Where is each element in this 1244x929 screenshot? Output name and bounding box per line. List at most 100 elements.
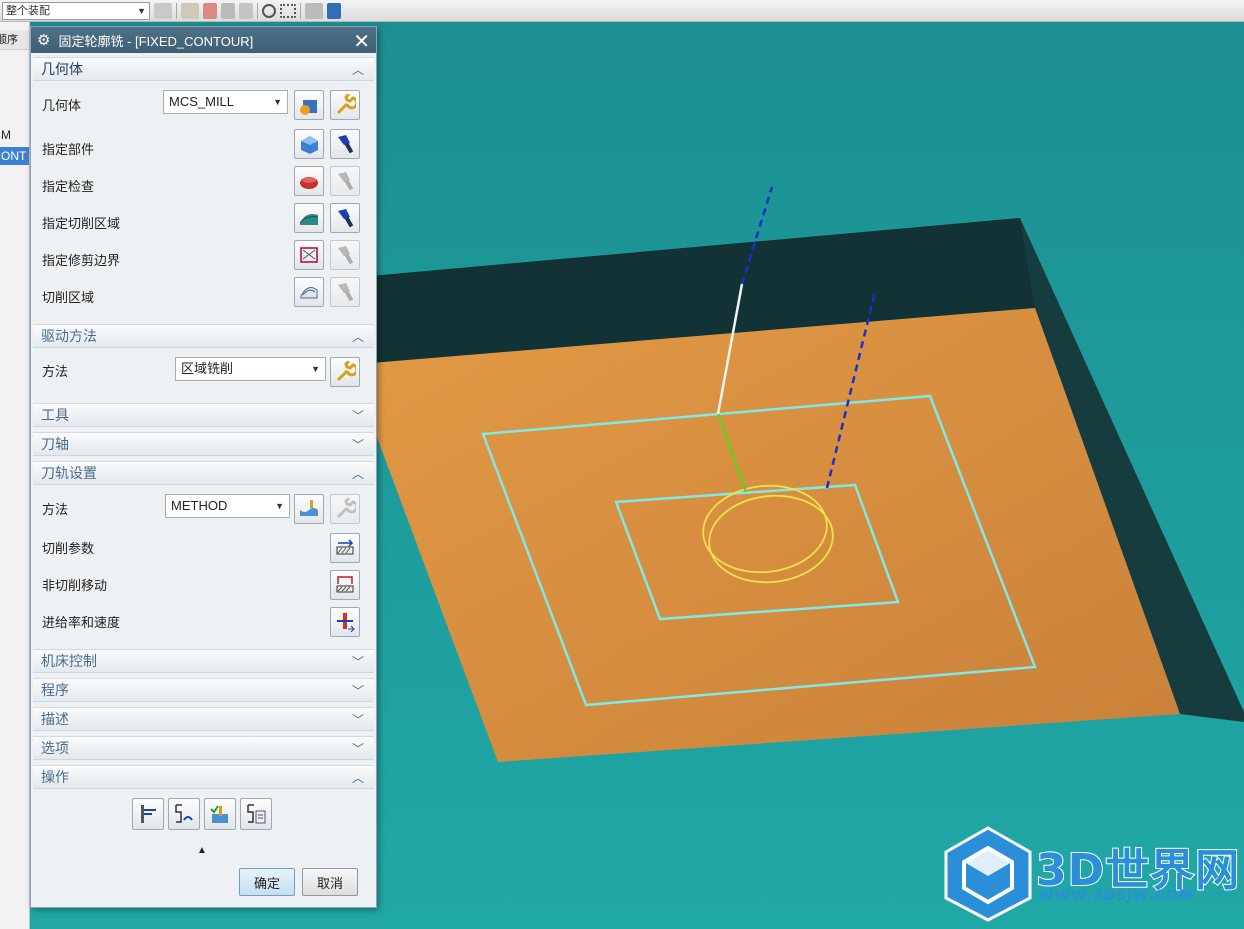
wrench-icon [336, 498, 356, 519]
generate-icon [141, 805, 156, 823]
specify-trim-boundary-label: 指定修剪边界 [42, 253, 121, 268]
cut-area-icon [299, 214, 319, 225]
chevron-up-icon: ︿ [351, 329, 364, 344]
ok-button[interactable]: 确定 [239, 868, 295, 896]
snap-point-icon[interactable] [181, 2, 199, 19]
replay-icon [175, 804, 193, 823]
section-geometry-header[interactable]: 几何体 ︿ [33, 57, 374, 81]
circle-select-icon[interactable] [262, 3, 276, 18]
display-trim-boundary-button[interactable] [330, 240, 360, 270]
display-cut-area-button[interactable] [330, 203, 360, 233]
chevron-down-icon: ﹀ [351, 408, 364, 423]
chevron-down-icon: ﹀ [351, 741, 364, 756]
flashlight-icon [338, 283, 354, 302]
cut-params-icon [336, 539, 354, 555]
assembly-icon[interactable] [154, 2, 172, 19]
edit-geometry-button[interactable] [330, 90, 360, 120]
navigator-item[interactable]: M [0, 126, 29, 144]
shaded-view-icon[interactable] [327, 2, 341, 19]
drive-method-label: 方法 [42, 364, 69, 379]
drive-method-value: 区域铣削 [181, 361, 234, 376]
part-icon [301, 136, 318, 154]
section-title: 工具 [41, 407, 69, 423]
cancel-button[interactable]: 取消 [302, 868, 358, 896]
feeds-speeds-button[interactable] [330, 607, 360, 637]
geometry-select-value: MCS_MILL [169, 94, 235, 109]
new-method-icon [300, 500, 318, 516]
path-method-value: METHOD [171, 498, 228, 513]
cut-region-button[interactable] [294, 277, 324, 307]
verify-toolpath-button[interactable] [204, 798, 236, 830]
dialog-titlebar[interactable]: ⚙ 固定轮廓铣 - [FIXED_CONTOUR] ✕ [31, 27, 376, 53]
section-title: 机床控制 [41, 653, 97, 669]
watermark-logo: 3D世界网 WWW.3DSJW.COM [942, 826, 1242, 922]
close-button[interactable]: ✕ [353, 29, 370, 54]
section-title: 描述 [41, 711, 69, 727]
verify-icon [210, 805, 228, 823]
flashlight-icon [338, 246, 354, 265]
non-cut-moves-label: 非切削移动 [42, 578, 108, 593]
section-options-header[interactable]: 选项 ﹀ [33, 736, 374, 760]
replay-toolpath-button[interactable] [168, 798, 200, 830]
display-check-button[interactable] [330, 166, 360, 196]
feeds-speeds-label: 进给率和速度 [42, 615, 121, 630]
rectangle-select-icon[interactable] [280, 3, 296, 18]
section-drive-method-header[interactable]: 驱动方法 ︿ [33, 324, 374, 348]
section-title: 程序 [41, 682, 69, 698]
list-toolpath-button[interactable] [240, 798, 272, 830]
new-method-button[interactable] [294, 494, 324, 524]
chevron-down-icon: ▼ [273, 97, 282, 107]
section-machine-control-header[interactable]: 机床控制 ﹀ [33, 649, 374, 673]
navigator-item-selected[interactable]: ONT [0, 147, 29, 165]
section-program-header[interactable]: 程序 ﹀ [33, 678, 374, 702]
specify-part-label: 指定部件 [42, 142, 95, 157]
non-cut-moves-icon [336, 576, 354, 593]
path-method-select[interactable]: METHOD ▼ [165, 494, 290, 518]
point-icon[interactable] [239, 2, 253, 19]
specify-check-label: 指定检查 [42, 179, 95, 194]
edit-drive-method-button[interactable] [330, 357, 360, 387]
toolbar-divider [176, 2, 177, 19]
edit-method-button[interactable] [330, 494, 360, 524]
section-tool-header[interactable]: 工具 ﹀ [33, 403, 374, 427]
assembly-filter-select[interactable]: 整个装配 ▼ [2, 1, 150, 20]
drive-method-select[interactable]: 区域铣削 ▼ [175, 357, 326, 381]
section-tool-axis-header[interactable]: 刀轴 ﹀ [33, 432, 374, 456]
new-geometry-icon [300, 100, 317, 115]
select-cut-area-button[interactable] [294, 203, 324, 233]
non-cut-moves-button[interactable] [330, 570, 360, 600]
display-cut-region-button[interactable] [330, 277, 360, 307]
crosshair-icon[interactable] [221, 2, 235, 19]
section-title: 驱动方法 [41, 328, 97, 344]
display-part-button[interactable] [330, 129, 360, 159]
cut-params-label: 切削参数 [42, 541, 95, 556]
check-geometry-icon [300, 177, 318, 189]
geometry-select[interactable]: MCS_MILL ▼ [163, 90, 288, 114]
path-method-label: 方法 [42, 502, 69, 517]
chevron-up-icon: ︿ [351, 62, 364, 77]
assembly-filter-value: 整个装配 [6, 4, 50, 17]
navigator-column-header[interactable]: 顺序 [0, 30, 29, 50]
section-actions-header[interactable]: 操作 ︿ [33, 765, 374, 789]
select-part-button[interactable] [294, 129, 324, 159]
top-toolbar: 整个装配 ▼ [0, 0, 1244, 22]
section-title: 刀轴 [41, 436, 69, 452]
new-geometry-button[interactable] [294, 90, 324, 120]
caret-up-icon[interactable]: ▲ [197, 845, 207, 856]
section-path-settings-header[interactable]: 刀轨设置 ︿ [33, 461, 374, 485]
section-title: 几何体 [41, 61, 83, 77]
section-description-header[interactable]: 描述 ﹀ [33, 707, 374, 731]
wireframe-view-icon[interactable] [305, 2, 323, 19]
select-filter-icon[interactable] [203, 2, 217, 19]
chevron-down-icon: ﹀ [351, 683, 364, 698]
select-trim-boundary-button[interactable] [294, 240, 324, 270]
toolbar-divider [257, 2, 258, 19]
watermark-url: WWW.3DSJW.COM [1038, 888, 1194, 904]
wrench-icon [336, 361, 356, 382]
cut-params-button[interactable] [330, 533, 360, 563]
cut-region-label: 切削区域 [42, 290, 95, 305]
gear-icon: ⚙ [37, 32, 51, 49]
generate-toolpath-button[interactable] [132, 798, 164, 830]
select-check-button[interactable] [294, 166, 324, 196]
cut-region-icon [300, 287, 318, 299]
